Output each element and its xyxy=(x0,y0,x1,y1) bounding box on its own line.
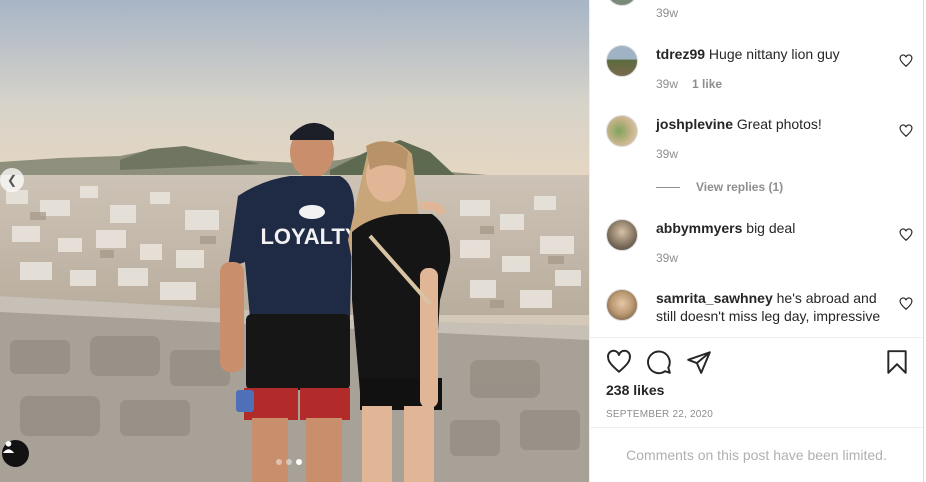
view-replies-button[interactable]: View replies (1) xyxy=(656,180,783,194)
comment-time: 39w xyxy=(656,251,679,265)
comment-username[interactable]: samrita_sawhney xyxy=(656,290,773,306)
post-actions: 238 likes SEPTEMBER 22, 2020 xyxy=(590,337,923,427)
avatar[interactable] xyxy=(606,219,638,251)
user-tag-icon xyxy=(2,440,15,453)
comment-body: samrita_sawhney he's abroad and still do… xyxy=(656,289,896,325)
chevron-left-icon: ❮ xyxy=(6,173,18,187)
paper-plane-icon[interactable] xyxy=(686,349,712,375)
comments-limited-text: Comments on this post have been limited. xyxy=(626,447,887,463)
comment-meta: 39w xyxy=(656,251,678,265)
photo-scene: LOYALTY xyxy=(0,0,589,482)
comment-meta: 39w xyxy=(656,6,678,20)
carousel-dot-active xyxy=(296,459,302,465)
comment-body: joshplevine Great photos! xyxy=(656,115,888,133)
comment-meta: 39w xyxy=(656,147,678,161)
bookmark-icon[interactable] xyxy=(884,349,910,375)
comment-time: 39w xyxy=(656,147,679,161)
small-heart-icon[interactable] xyxy=(899,228,913,242)
comment-bubble-icon[interactable] xyxy=(646,349,672,375)
comment-text: Great photos! xyxy=(736,116,822,132)
carousel-dot xyxy=(276,459,282,465)
avatar[interactable] xyxy=(606,0,638,6)
post-side-panel: 39w tdrez99 Huge nittany lion guy 39w 1 … xyxy=(589,0,924,482)
post-date: SEPTEMBER 22, 2020 xyxy=(606,409,713,420)
comment-likes[interactable]: 1 like xyxy=(692,77,722,91)
carousel-dots xyxy=(276,459,302,465)
tagged-users-button[interactable] xyxy=(2,440,29,467)
small-heart-icon[interactable] xyxy=(899,297,913,311)
comment-body: tdrez99 Huge nittany lion guy xyxy=(656,45,888,63)
heart-icon[interactable] xyxy=(606,349,632,375)
view-replies-label: View replies (1) xyxy=(696,180,784,194)
comment-body: abbymmyers big deal xyxy=(656,219,888,237)
likes-count[interactable]: 238 likes xyxy=(606,382,664,398)
comment-username[interactable]: abbymmyers xyxy=(656,220,742,236)
comments-limited-notice: Comments on this post have been limited. xyxy=(590,427,923,482)
comment-text: big deal xyxy=(746,220,796,236)
comments-list[interactable]: 39w tdrez99 Huge nittany lion guy 39w 1 … xyxy=(590,0,923,337)
avatar[interactable] xyxy=(606,115,638,147)
small-heart-icon[interactable] xyxy=(899,54,913,68)
replies-divider-line xyxy=(656,186,680,188)
comment-meta: 39w 1 like xyxy=(656,77,722,91)
comment-username[interactable]: tdrez99 xyxy=(656,46,705,62)
avatar[interactable] xyxy=(606,45,638,77)
comment-time: 39w xyxy=(656,77,679,91)
comment-username[interactable]: joshplevine xyxy=(656,116,733,132)
comment-text: Huge nittany lion guy xyxy=(708,46,840,62)
comment-time: 39w xyxy=(656,6,679,20)
carousel-prev-button[interactable]: ❮ xyxy=(0,168,24,192)
small-heart-icon[interactable] xyxy=(899,124,913,138)
shirt-text: LOYALTY xyxy=(260,224,359,249)
carousel-dot xyxy=(286,459,292,465)
avatar[interactable] xyxy=(606,289,638,321)
post-photo: LOYALTY ❮ xyxy=(0,0,589,482)
